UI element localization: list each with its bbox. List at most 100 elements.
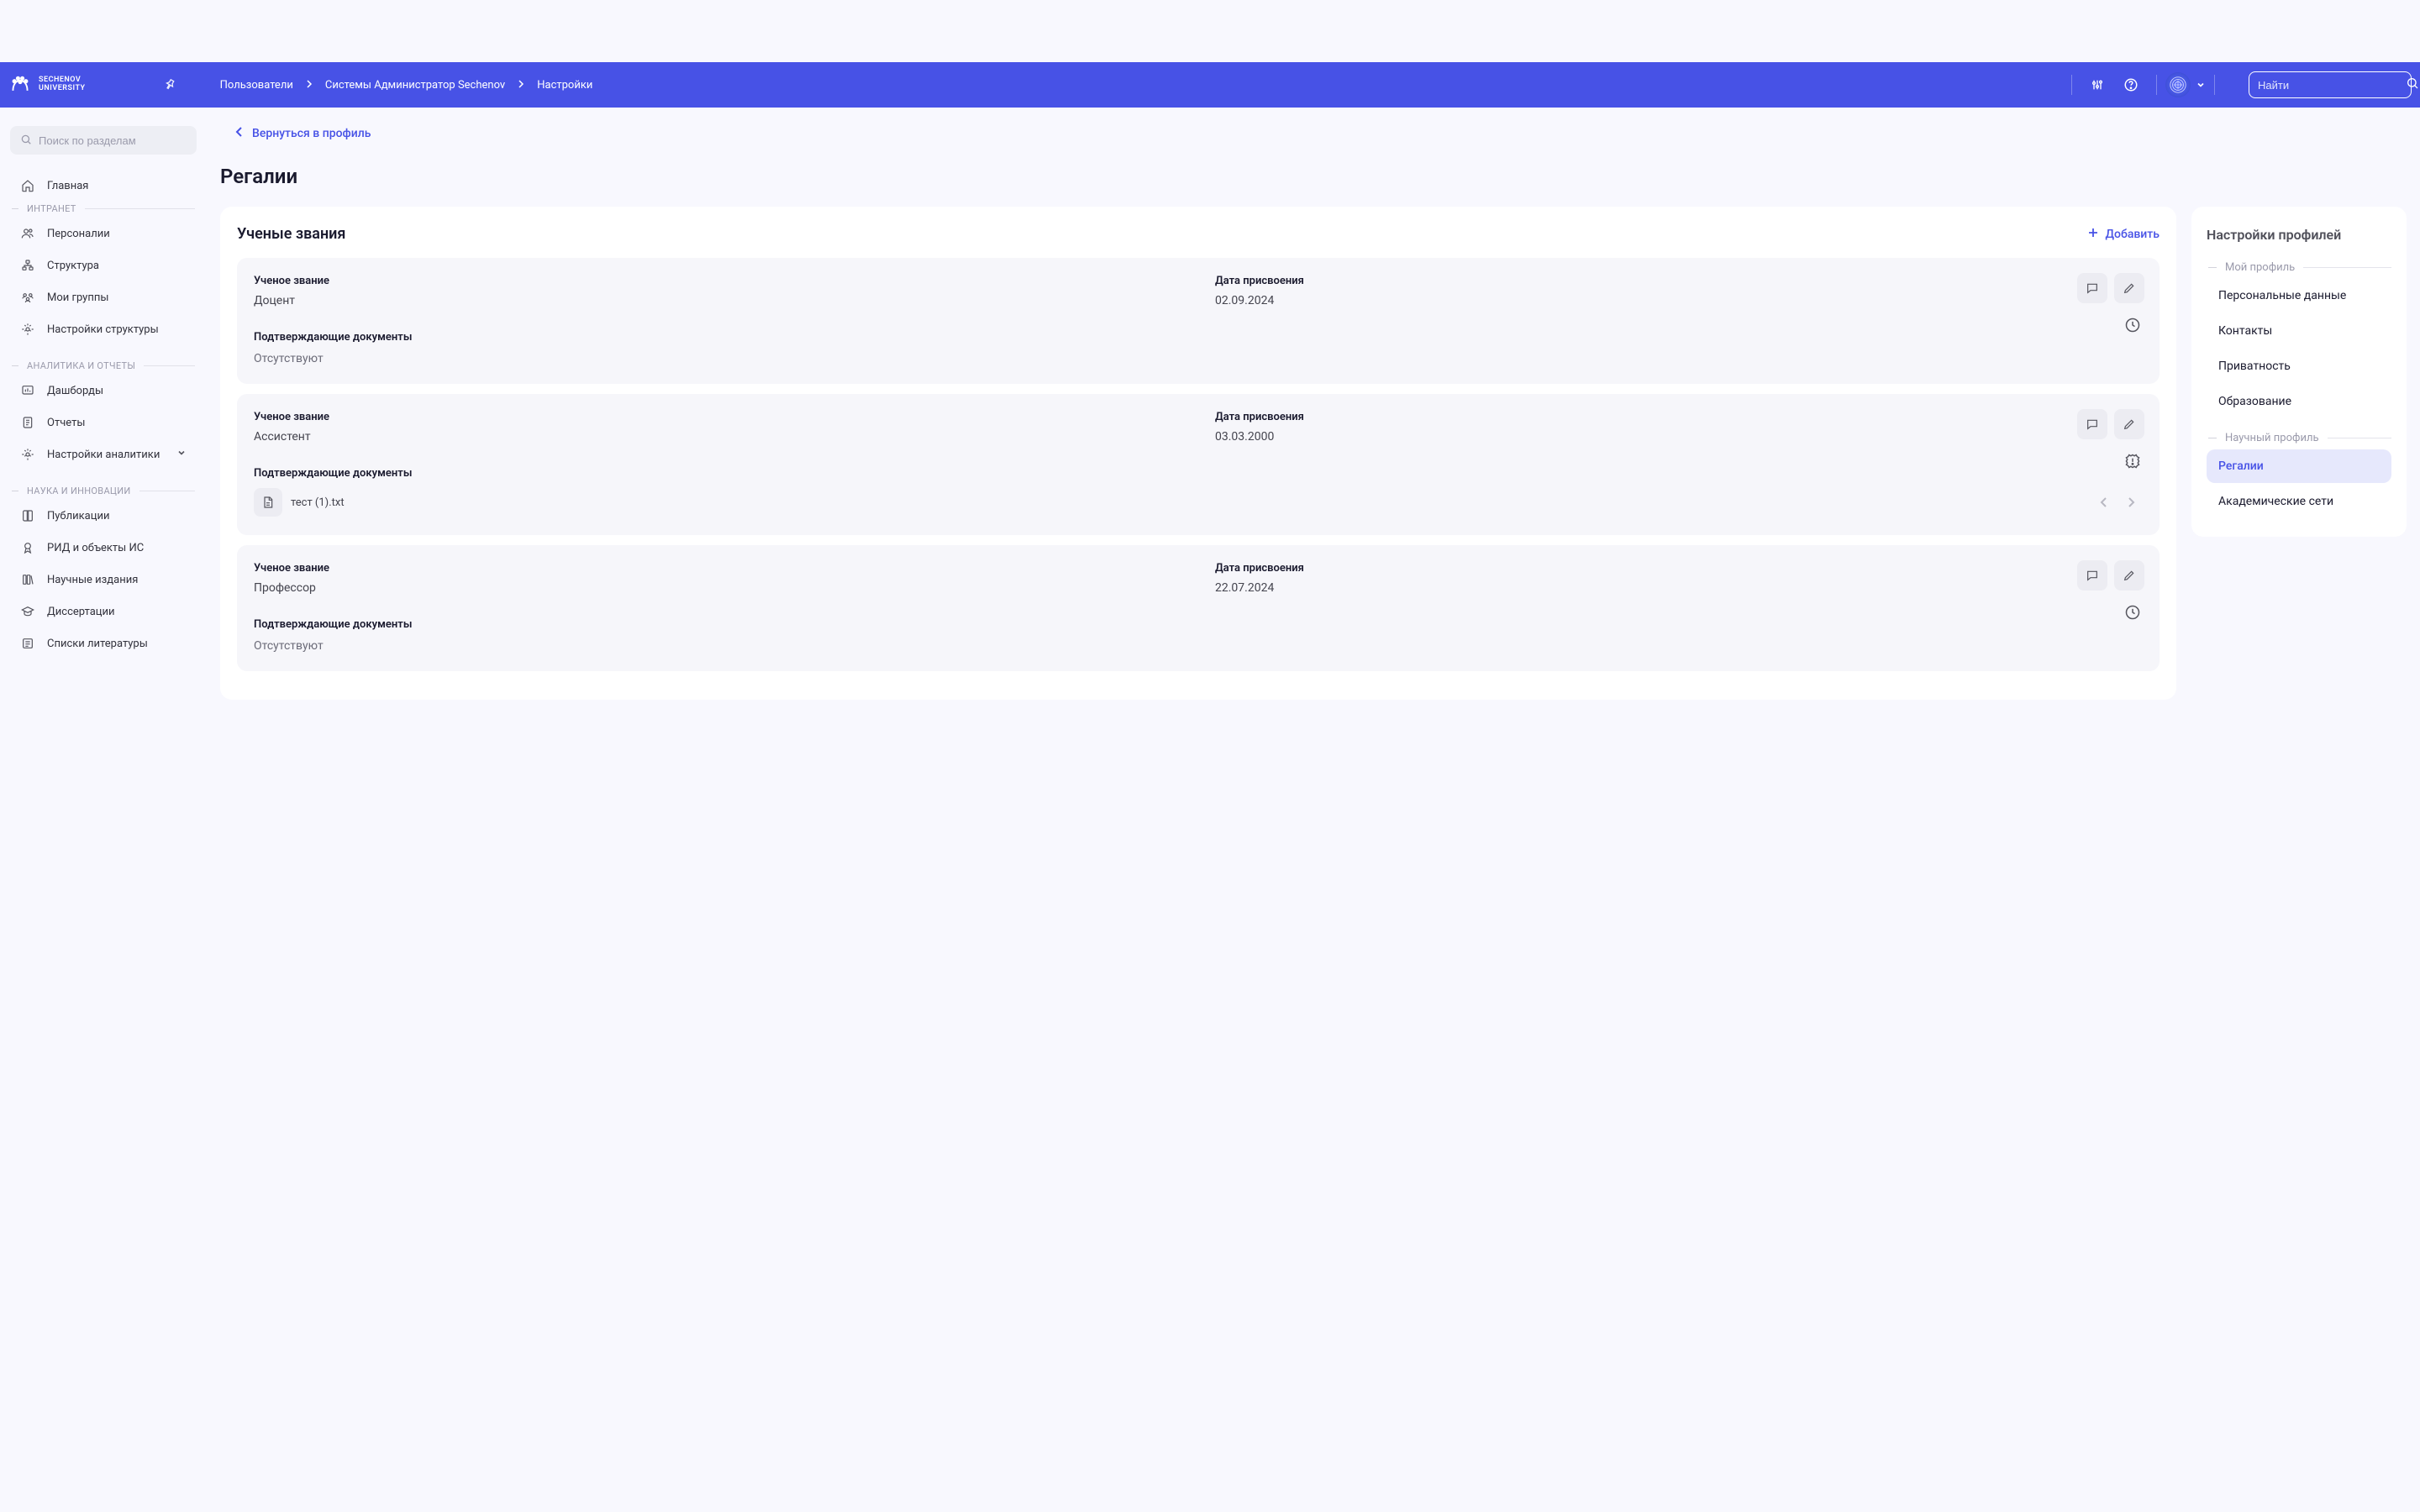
global-search-input[interactable]	[2258, 79, 2406, 92]
chevron-right-icon	[517, 79, 525, 92]
chevron-down-icon	[176, 448, 187, 461]
chevron-right-icon	[305, 79, 313, 92]
pin-icon[interactable]	[160, 75, 180, 95]
panel-academic-titles: Ученые звания Добавить Ученое звание Доц…	[220, 207, 2176, 700]
edit-button[interactable]	[2114, 560, 2144, 591]
divider	[2214, 75, 2215, 95]
sidebar-item-label: Структура	[47, 260, 99, 272]
gear-icon	[20, 322, 35, 337]
help-icon[interactable]	[2114, 68, 2148, 102]
title-card: Ученое звание Доцент Дата присвоения 02.…	[237, 258, 2160, 384]
sidebar-item-dissertations[interactable]: Диссертации	[10, 596, 197, 627]
sidebar-search-input[interactable]	[39, 134, 187, 147]
award-icon	[20, 540, 35, 555]
settings-nav-item[interactable]: Персональные данные	[2207, 279, 2391, 312]
date-value: 03.03.2000	[1215, 430, 2143, 444]
comment-button[interactable]	[2077, 273, 2107, 303]
title-value: Ассистент	[254, 430, 1181, 444]
add-button[interactable]: Добавить	[2087, 227, 2160, 242]
profile-settings-panel: Настройки профилей Мой профиль Персональ…	[2191, 207, 2407, 537]
file-icon	[254, 488, 282, 517]
settings-nav-item[interactable]: Регалии	[2207, 449, 2391, 483]
books-icon	[20, 572, 35, 587]
divider	[2071, 75, 2072, 95]
breadcrumb-item[interactable]: Системы Администратор Sechenov	[325, 79, 505, 92]
sidebar-search[interactable]	[10, 126, 197, 155]
sidebar-item-personnel[interactable]: Персоналии	[10, 218, 197, 249]
sidebar-section-science: НАУКА И ИННОВАЦИИ	[10, 486, 197, 496]
page-title: Регалии	[220, 165, 2407, 188]
documents-empty: Отсутствуют	[254, 639, 2143, 653]
breadcrumb: Пользователи Системы Администратор Seche…	[220, 79, 593, 92]
report-icon	[20, 415, 35, 430]
comment-button[interactable]	[2077, 560, 2107, 591]
global-search[interactable]	[2249, 71, 2412, 98]
list-icon	[20, 636, 35, 651]
documents-label: Подтверждающие документы	[254, 467, 2143, 480]
documents-label: Подтверждающие документы	[254, 331, 2143, 344]
sidebar-item-label: Отчеты	[47, 417, 85, 429]
sidebar-item-analytics-settings[interactable]: Настройки аналитики	[10, 438, 197, 470]
breadcrumb-item[interactable]: Настройки	[537, 79, 592, 92]
edit-button[interactable]	[2114, 273, 2144, 303]
sidebar-item-scientific-editions[interactable]: Научные издания	[10, 564, 197, 596]
document-chip[interactable]: тест (1).txt	[254, 488, 345, 517]
gear-icon	[20, 447, 35, 462]
search-icon	[20, 133, 32, 149]
avatar	[2165, 72, 2191, 97]
right-section-scientific-profile: Научный профиль	[2207, 432, 2391, 444]
right-panel-title: Настройки профилей	[2207, 227, 2391, 243]
title-value: Профессор	[254, 581, 1181, 595]
sidebar-item-label: Публикации	[47, 510, 109, 522]
field-label: Дата присвоения	[1215, 275, 2143, 287]
warning-icon	[2123, 451, 2143, 471]
sidebar-item-rid[interactable]: РИД и объекты ИС	[10, 532, 197, 564]
breadcrumb-item[interactable]: Пользователи	[220, 79, 293, 92]
settings-nav-item[interactable]: Контакты	[2207, 314, 2391, 348]
settings-nav-item[interactable]: Образование	[2207, 385, 2391, 418]
sidebar-item-reports[interactable]: Отчеты	[10, 407, 197, 438]
sidebar-item-label: РИД и объекты ИС	[47, 542, 144, 554]
sidebar-item-label: Настройки структуры	[47, 323, 159, 336]
sidebar-item-label: Списки литературы	[47, 638, 148, 650]
field-label: Ученое звание	[254, 562, 1181, 575]
sidebar-item-home[interactable]: Главная	[10, 170, 197, 202]
structure-icon	[20, 258, 35, 273]
divider	[2156, 75, 2157, 95]
groups-icon	[20, 290, 35, 305]
settings-nav-item[interactable]: Приватность	[2207, 349, 2391, 383]
document-name: тест (1).txt	[291, 496, 345, 509]
field-label: Ученое звание	[254, 411, 1181, 423]
prev-doc-button[interactable]	[2092, 491, 2116, 514]
user-menu[interactable]	[2165, 72, 2206, 97]
sidebar-item-label: Персоналии	[47, 228, 110, 240]
logo[interactable]: SECHENOV UNIVERSITY	[8, 73, 86, 97]
book-icon	[20, 508, 35, 523]
people-icon	[20, 226, 35, 241]
date-value: 02.09.2024	[1215, 294, 2143, 307]
sidebar-section-analytics: АНАЛИТИКА И ОТЧЕТЫ	[10, 360, 197, 371]
search-icon	[2406, 76, 2419, 93]
sidebar-item-publications[interactable]: Публикации	[10, 500, 197, 532]
back-link[interactable]: Вернуться в профиль	[235, 126, 2407, 141]
settings-sliders-icon[interactable]	[2081, 68, 2114, 102]
sidebar-item-structure-settings[interactable]: Настройки структуры	[10, 313, 197, 345]
field-label: Дата присвоения	[1215, 562, 2143, 575]
sidebar-item-literature-lists[interactable]: Списки литературы	[10, 627, 197, 659]
sidebar-item-my-groups[interactable]: Мои группы	[10, 281, 197, 313]
sidebar-item-label: Мои группы	[47, 291, 108, 304]
right-section-my-profile: Мой профиль	[2207, 261, 2391, 274]
edit-button[interactable]	[2114, 409, 2144, 439]
logo-text: SECHENOV UNIVERSITY	[39, 76, 86, 93]
date-value: 22.07.2024	[1215, 581, 2143, 595]
home-icon	[20, 178, 35, 193]
panel-title: Ученые звания	[237, 225, 345, 243]
sidebar-item-dashboards[interactable]: Дашборды	[10, 375, 197, 407]
next-doc-button[interactable]	[2119, 491, 2143, 514]
chevron-down-icon	[2196, 77, 2206, 93]
title-value: Доцент	[254, 294, 1181, 307]
settings-nav-item[interactable]: Академические сети	[2207, 485, 2391, 518]
sidebar-item-label: Дашборды	[47, 385, 103, 397]
sidebar-item-structure[interactable]: Структура	[10, 249, 197, 281]
comment-button[interactable]	[2077, 409, 2107, 439]
